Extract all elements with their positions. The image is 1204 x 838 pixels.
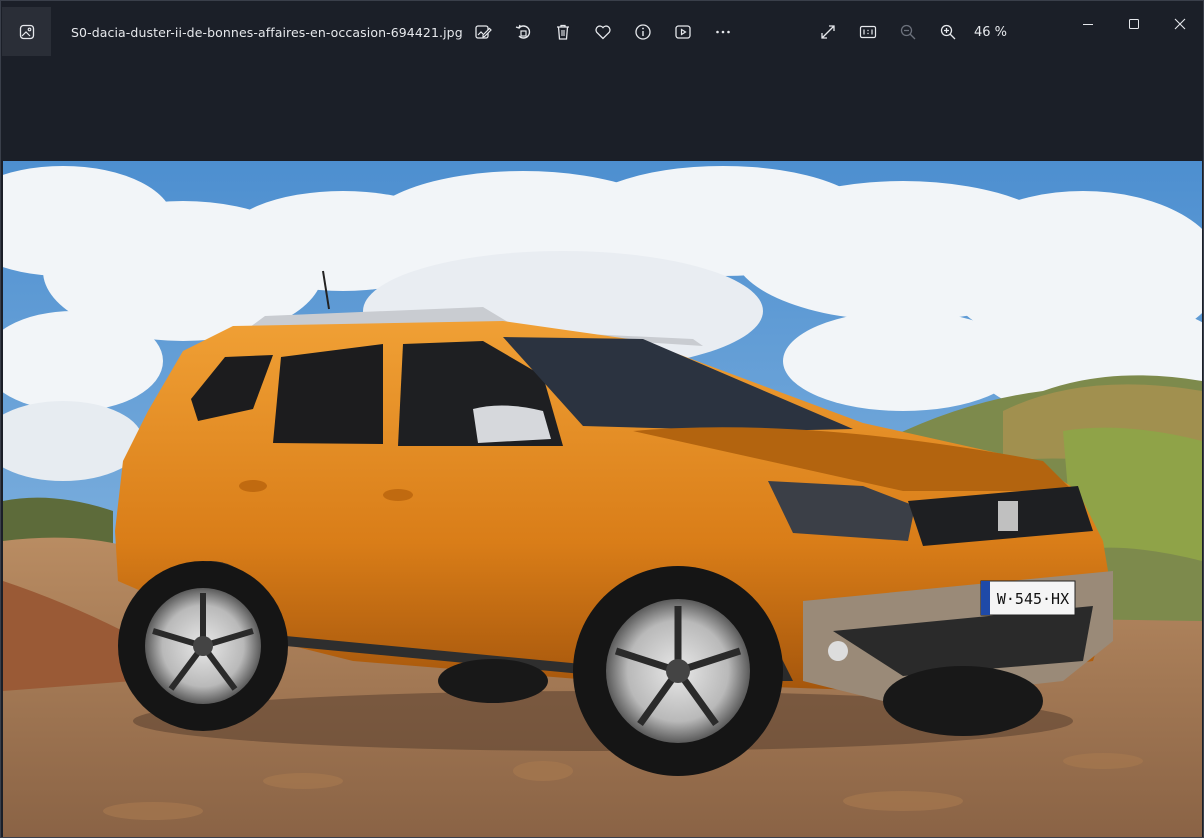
zoom-out-icon: [900, 24, 916, 40]
app-icon: [19, 24, 34, 39]
info-icon: [635, 24, 651, 40]
close-icon: [1174, 18, 1186, 30]
actual-size-icon: [859, 25, 877, 39]
fullscreen-icon: [821, 25, 835, 39]
canvas-background: [1, 63, 1203, 161]
app-icon-button[interactable]: [2, 7, 51, 56]
car-photo: W·545·HX: [3, 161, 1202, 837]
zoom-level[interactable]: 46 %: [974, 25, 1007, 40]
actual-size-button[interactable]: [855, 19, 881, 45]
rotate-button[interactable]: [510, 19, 536, 45]
plate-text: W·545·HX: [997, 590, 1069, 608]
file-name: S0-dacia-duster-ii-de-bonnes-affaires-en…: [71, 25, 463, 40]
favorite-button[interactable]: [590, 19, 616, 45]
maximize-button[interactable]: [1119, 11, 1149, 37]
photos-app-window: S0-dacia-duster-ii-de-bonnes-affaires-en…: [0, 0, 1204, 838]
fullscreen-button[interactable]: [815, 19, 841, 45]
photo-canvas[interactable]: W·545·HX: [3, 161, 1202, 837]
close-button[interactable]: [1165, 11, 1195, 37]
zoom-in-button[interactable]: [935, 19, 961, 45]
favorite-icon: [595, 25, 611, 40]
minimize-icon: [1083, 24, 1093, 25]
delete-button[interactable]: [550, 19, 576, 45]
more-icon: [716, 30, 730, 34]
title-bar: S0-dacia-duster-ii-de-bonnes-affaires-en…: [1, 1, 1203, 63]
delete-icon: [557, 24, 569, 40]
rear-wheel: [118, 561, 288, 731]
minimize-button[interactable]: [1073, 11, 1103, 37]
zoom-in-icon: [940, 24, 956, 40]
maximize-icon: [1129, 19, 1139, 29]
zoom-out-button[interactable]: [895, 19, 921, 45]
info-button[interactable]: [630, 19, 656, 45]
slideshow-icon: [675, 25, 691, 39]
edit-image-icon: [475, 25, 492, 39]
more-options-button[interactable]: [710, 19, 736, 45]
front-wheel: [573, 566, 783, 776]
slideshow-button[interactable]: [670, 19, 696, 45]
rotate-icon: [515, 24, 531, 39]
edit-image-button[interactable]: [470, 19, 496, 45]
